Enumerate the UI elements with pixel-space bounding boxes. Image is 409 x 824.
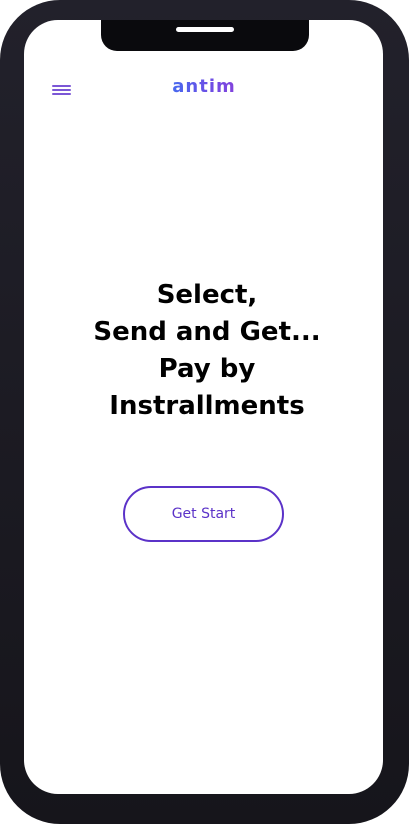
get-start-button[interactable]: Get Start xyxy=(123,486,284,542)
menu-line xyxy=(52,89,71,91)
menu-line xyxy=(52,93,71,95)
menu-line xyxy=(52,85,71,87)
headline-line-1: Select, xyxy=(156,280,258,310)
speaker-grille xyxy=(176,27,234,32)
hero-headline: Select, Send and Get... Pay by Instrallm… xyxy=(24,277,383,425)
app-logo[interactable]: antim xyxy=(164,75,244,99)
phone-frame: antim Select, Send and Get... Pay by Ins… xyxy=(0,0,409,824)
headline-line-2: Send and Get... xyxy=(93,317,321,347)
hamburger-menu-icon[interactable] xyxy=(52,83,74,97)
device-notch xyxy=(101,20,309,51)
headline-line-3: Pay by xyxy=(158,354,256,384)
app-screen: antim Select, Send and Get... Pay by Ins… xyxy=(24,20,383,794)
headline-line-4: Instrallments xyxy=(109,391,305,421)
